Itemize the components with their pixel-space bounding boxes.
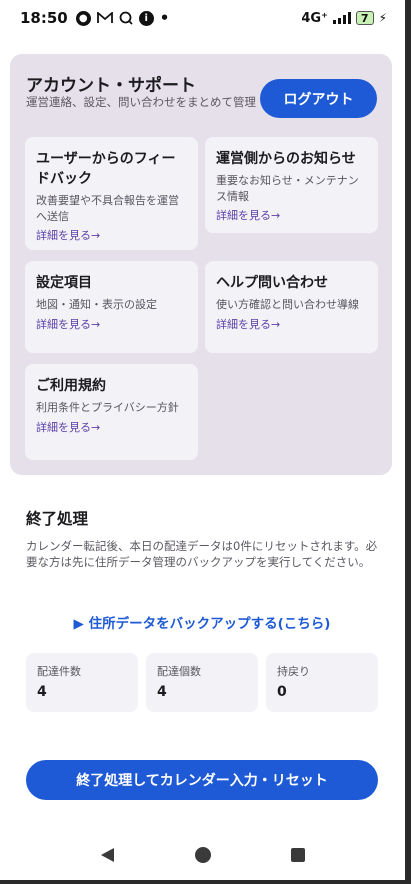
tile-desc: 地図・通知・表示の設定 bbox=[36, 298, 157, 311]
tile-detail-link[interactable]: 詳細を見る→ bbox=[216, 317, 367, 332]
tile-desc: 重要なお知らせ・メンテナンス情報 bbox=[216, 174, 359, 203]
end-section-title: 終了処理 bbox=[26, 510, 89, 528]
info-icon: i bbox=[138, 10, 154, 26]
tile-help[interactable]: ヘルプ問い合わせ 使い方確認と問い合わせ導線 詳細を見る→ bbox=[205, 261, 378, 353]
status-bar: 18:50 ● i • 4G⁺ 7 ⚡ bbox=[0, 0, 405, 36]
stat-label: 配達件数 bbox=[37, 665, 81, 678]
logout-button[interactable]: ログアウト bbox=[260, 79, 377, 118]
tile-title: ユーザーからのフィードバック bbox=[36, 151, 176, 187]
app-screen: 18:50 ● i • 4G⁺ 7 ⚡ アカウント・サポート 運営連絡、設定、問… bbox=[0, 0, 405, 880]
signal-icon bbox=[332, 12, 351, 24]
stat-returns: 持戻り 0 bbox=[266, 653, 378, 712]
more-dot-icon: • bbox=[159, 9, 170, 27]
tile-title: 設定項目 bbox=[36, 275, 92, 291]
mail-icon bbox=[96, 12, 113, 24]
chat-icon bbox=[119, 11, 133, 25]
recents-icon bbox=[290, 848, 305, 862]
tile-announcements[interactable]: 運営側からのお知らせ 重要なお知らせ・メンテナンス情報 詳細を見る→ bbox=[205, 137, 378, 233]
system-nav-bar bbox=[0, 830, 405, 880]
stat-delivery-count: 配達件数 4 bbox=[26, 653, 138, 712]
tile-detail-link[interactable]: 詳細を見る→ bbox=[36, 420, 187, 435]
back-icon bbox=[101, 848, 114, 862]
notification-icon: ● bbox=[75, 10, 91, 26]
stat-value: 4 bbox=[37, 684, 47, 700]
tile-desc: 使い方確認と問い合わせ導線 bbox=[216, 298, 359, 311]
support-subtitle: 運営連絡、設定、問い合わせをまとめて管理 bbox=[26, 95, 256, 109]
stat-label: 配達個数 bbox=[157, 665, 201, 678]
support-title: アカウント・サポート bbox=[26, 76, 196, 96]
tile-title: ヘルプ問い合わせ bbox=[216, 275, 328, 291]
account-support-card: アカウント・サポート 運営連絡、設定、問い合わせをまとめて管理 ログアウト ユー… bbox=[10, 54, 392, 475]
tile-title: ご利用規約 bbox=[36, 378, 106, 394]
tile-detail-link[interactable]: 詳細を見る→ bbox=[36, 317, 187, 332]
recents-button[interactable] bbox=[278, 835, 318, 875]
battery-icon: 7 bbox=[355, 11, 374, 25]
battery-level: 7 bbox=[360, 11, 369, 25]
tile-settings[interactable]: 設定項目 地図・通知・表示の設定 詳細を見る→ bbox=[25, 261, 198, 353]
charging-icon: ⚡ bbox=[378, 11, 387, 25]
end-reset-button[interactable]: 終了処理してカレンダー入力・リセット bbox=[26, 760, 378, 800]
home-button[interactable] bbox=[183, 835, 223, 875]
tile-title: 運営側からのお知らせ bbox=[216, 151, 356, 167]
tile-detail-link[interactable]: 詳細を見る→ bbox=[36, 228, 187, 243]
tile-terms[interactable]: ご利用規約 利用条件とプライバシー方針 詳細を見る→ bbox=[25, 364, 198, 460]
tile-feedback[interactable]: ユーザーからのフィードバック 改善要望や不具合報告を運営へ送信 詳細を見る→ bbox=[25, 137, 198, 250]
back-button[interactable] bbox=[88, 835, 128, 875]
backup-link[interactable]: ▶ 住所データをバックアップする(こちら) bbox=[26, 612, 378, 632]
stat-package-count: 配達個数 4 bbox=[146, 653, 258, 712]
tile-desc: 利用条件とプライバシー方針 bbox=[36, 401, 179, 414]
end-section-description: カレンダー転記後、本日の配達データは0件にリセットされます。必要な方は先に住所デ… bbox=[26, 539, 378, 569]
stat-value: 4 bbox=[157, 684, 167, 700]
tile-desc: 改善要望や不具合報告を運営へ送信 bbox=[36, 194, 179, 223]
status-time: 18:50 bbox=[20, 9, 68, 27]
tile-detail-link[interactable]: 詳細を見る→ bbox=[216, 208, 367, 223]
home-icon bbox=[194, 847, 211, 863]
stat-label: 持戻り bbox=[277, 665, 310, 678]
stat-value: 0 bbox=[277, 684, 287, 700]
network-type: 4G⁺ bbox=[301, 10, 328, 26]
